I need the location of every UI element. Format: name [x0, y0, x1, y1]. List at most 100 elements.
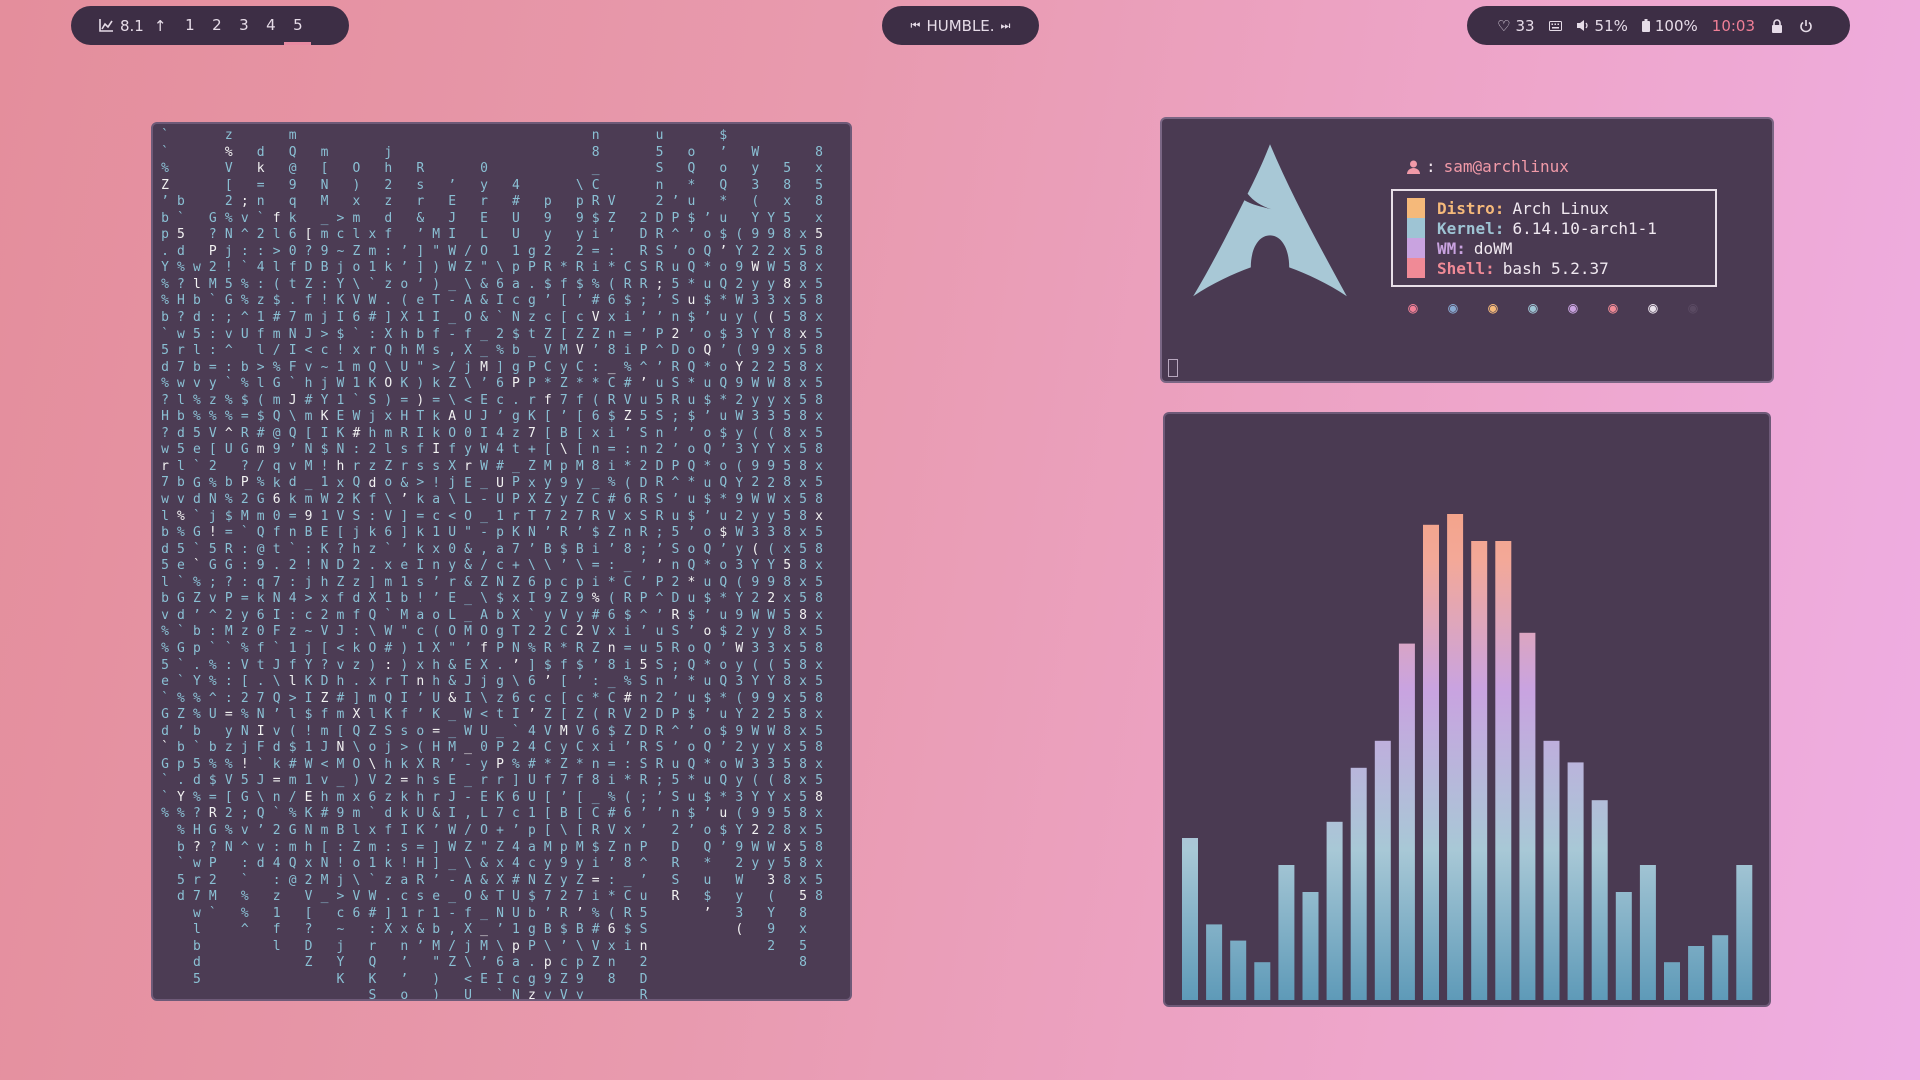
visualizer-bar: [1182, 838, 1198, 1000]
visualizer-bar: [1495, 541, 1512, 1000]
arch-linux-logo: [1193, 144, 1347, 297]
updates-status[interactable]: ♡ 33: [1497, 17, 1535, 35]
matrix-rain: ` ` % Z ’ b p . Y % % b ` 5 d % ? H ? w …: [153, 124, 850, 999]
visualizer-bar: [1302, 892, 1319, 1000]
battery-icon: [1641, 19, 1650, 32]
lock-icon[interactable]: [1771, 18, 1783, 33]
matrix-column: u 5 S n 2 D R S R ; ’ ’ P ^ ’ u 5 S n 2 …: [655, 128, 664, 822]
arrow-up-icon: ↑: [153, 16, 167, 35]
keyboard-status[interactable]: [1548, 20, 1562, 31]
workspace-2[interactable]: 2: [203, 6, 230, 45]
fetch-row: Shell: bash 5.2.37: [1407, 258, 1609, 278]
visualizer-bar: [1688, 946, 1705, 1000]
matrix-column: 8 x 5 8 x 5 8 x 5 8 x 5 8 x 5 8 x 5 8 x …: [815, 144, 823, 905]
matrix-column: * f [ [ [ M y Z 7 ’ B \ p 9 y 2 R $ ’ c …: [559, 260, 568, 999]
visualizer-bar: [1423, 524, 1439, 1000]
fetch-terminal-window[interactable]: : sam@archlinux Distro: Arch Linux Kernel:…: [1162, 119, 1772, 381]
matrix-terminal-window[interactable]: ` ` % Z ’ b p . Y % % b ` 5 d % ? H ? w …: [153, 124, 850, 999]
fetch-key: Distro:: [1437, 198, 1505, 218]
matrix-column: V Z ’ : * ( 6 x n 8 _ C R $ i = i % # V …: [607, 194, 616, 999]
status-bar: ♡ 33 51% 100% 10:03: [1467, 6, 1850, 45]
matrix-column: f l > l ( $ # m / % G m Q @ 9 q k 6 0 f …: [272, 210, 281, 954]
matrix-column: ( Y 9 2 W y 3 ( Y 9 2 W y 3 ( Y 9 2 W y …: [735, 227, 744, 938]
matrix-column: ’ ’ o ( X h h U K = H R s r & ’ ] ] ’ e …: [400, 243, 409, 999]
palette-dot-icon: ◉: [1688, 298, 1698, 317]
matrix-column: x m 1 ` W # : r Q K S j h 2 z d f : k z …: [368, 227, 377, 999]
color-palette-dots: ◉ ◉ ◉ ◉ ◉ ◉ ◉ ◉: [1404, 299, 1724, 317]
visualizer-bar: [1254, 962, 1271, 1000]
fetch-username: sam@archlinux: [1443, 157, 1569, 176]
fetch-value: Arch Linux: [1512, 198, 1609, 218]
visualizer-bar: [1712, 935, 1729, 1000]
speaker-icon: [1576, 20, 1588, 31]
user-icon: [1407, 160, 1420, 174]
fetch-row: Distro: Arch Linux: [1407, 198, 1609, 218]
matrix-column: M " ) ) T I f s > k = k k I s ! a c 1 x …: [432, 227, 441, 999]
matrix-column: j h 2 z d f : k z . ] X Q \ O ) x m l Z …: [384, 144, 393, 938]
matrix-column: p 9 y 2 R $ ’ c Z V C * f [ [ [ M y Z 7 …: [543, 194, 552, 999]
battery-value: 100%: [1654, 16, 1698, 35]
palette-dot-icon: ◉: [1648, 298, 1658, 317]
matrix-column: > c ~ j Y K I $ ! 1 W 1 E K N h x 2 V [ …: [336, 210, 345, 987]
matrix-column: ’ E J I W W _ - _ - , / Z \ A O f X j \ …: [448, 177, 457, 971]
palette-dot-icon: ◉: [1528, 298, 1538, 317]
workspace-4[interactable]: 4: [257, 6, 284, 45]
clock: 10:03: [1711, 16, 1756, 35]
matrix-column: 0 y r E L O " & & & _ _ M ’ E J I W W _ …: [480, 161, 488, 987]
matrix-column: Y 9 2 W y 3 ( Y 9 2 W y 3 ( Y 9 2 W y 3 …: [767, 210, 776, 954]
matrix-column: 2 D R S R ; ’ ’ P ^ ’ u 5 S n 2 D R S R …: [639, 210, 648, 999]
workspace-bar: 8.1 ↑ 12345: [71, 6, 349, 45]
matrix-column: 5 8 x 5 8 x 5 8 x 5 8 x 5 8 x 5 8 x 5 8 …: [783, 161, 792, 888]
battery-status[interactable]: 100%: [1641, 16, 1698, 35]
keyboard-icon: [1548, 20, 1562, 31]
matrix-column: C R $ i = i % # V Z ’ : * ( 6 x n 8 _ C …: [623, 260, 632, 954]
stat-value: 8.1: [120, 16, 144, 35]
workspace-3[interactable]: 3: [230, 6, 257, 45]
visualizer-bar: [1736, 865, 1753, 1000]
volume-value: 51%: [1594, 16, 1628, 35]
matrix-column: x 5 8 x 5 8 x 5 8 x 5 8 x 5 8 x 5 8 x 5 …: [799, 227, 807, 971]
fetch-row: WM: doWM: [1407, 238, 1512, 258]
audio-visualizer-window[interactable]: [1165, 414, 1769, 1005]
visualizer-bar: [1398, 643, 1415, 1000]
visualizer-bar: [1519, 632, 1536, 1000]
matrix-column: ’ P ^ ’ u 5 S n 2 D R S R ; ’ ’ P ^ ’ u …: [671, 194, 680, 905]
matrix-column: o Q * u $ ’ o Q * u $ ’ o Q * u $ ’ o Q …: [687, 144, 696, 838]
visualizer-bar: [1543, 740, 1560, 1000]
palette-dot-icon: ◉: [1448, 298, 1458, 317]
matrix-column: \ 6 I ` 2 % ] 6 c ’ 4 4 # U U 1 p a c N …: [496, 260, 504, 999]
matrix-column: $ ’ o Q * u $ ’ o Q * u $ ’ o Q * u $ ’ …: [719, 128, 728, 855]
palette-dot-icon: ◉: [1608, 298, 1618, 317]
visualizer-bar: [1350, 767, 1367, 1000]
next-track-icon[interactable]: ⏭: [1001, 19, 1011, 33]
color-swatch: [1407, 238, 1425, 258]
fetch-info-box: Distro: Arch Linux Kernel: 6.14.10-arch1-1 W…: [1391, 189, 1717, 287]
cpu-stat: 8.1 ↑: [99, 17, 166, 35]
color-swatch: [1407, 218, 1425, 238]
matrix-column: G ? P 2 M ` : : : = y z % V [ 2 % N j ! …: [208, 210, 217, 921]
workspace-5[interactable]: 5: [284, 6, 312, 45]
visualizer-bar: [1326, 821, 1343, 1000]
visualizer-bar: [1591, 800, 1608, 1000]
matrix-column: b ` 5 d % ? H ? w r 7 w l b d 5 l b v % …: [177, 194, 185, 905]
matrix-column: ; v ^ : ` % % ^ U b % $ = R G ? P 2 M ` …: [240, 194, 249, 938]
matrix-column: \ p 9 y 2 R $ ’ c Z V C * f [ [ [ M y Z …: [575, 177, 584, 999]
workspace-list: 12345: [176, 6, 312, 45]
prev-track-icon[interactable]: ⏮: [911, 19, 921, 33]
visualizer-bar: [1230, 940, 1247, 1000]
visualizer-bar: [1374, 740, 1391, 1000]
matrix-column: d k = n ` 2 : 4 : z 1 f l > l ( $ # m / …: [256, 144, 265, 872]
power-icon[interactable]: [1799, 19, 1813, 33]
matrix-column: O ) x m l Z o \ V 6 ` x m 1 ` W # : r Q …: [352, 161, 361, 921]
volume-status[interactable]: 51%: [1576, 17, 1628, 35]
track-title[interactable]: HUMBLE.: [926, 17, 994, 35]
workspace-1[interactable]: 1: [176, 6, 203, 45]
color-swatch: [1407, 198, 1425, 218]
fetch-value: doWM: [1473, 238, 1513, 258]
matrix-column: ` ` % Z ’ b p . Y % % b ` 5 d % ? H ? w …: [161, 128, 169, 822]
heart-icon: ♡: [1497, 16, 1511, 35]
matrix-column: m Q @ 9 q k 6 0 f t . 7 N I F ` J \ Q ’ …: [288, 128, 297, 888]
matrix-column: [ ? D Z f m J < v h # m [ N M _ m 9 B : …: [304, 227, 313, 971]
fetch-key: Shell:: [1437, 258, 1495, 278]
matrix-column: z % V [ 2 % N j ! 5 G ; v ^ : ` % % ^ U …: [224, 128, 233, 855]
